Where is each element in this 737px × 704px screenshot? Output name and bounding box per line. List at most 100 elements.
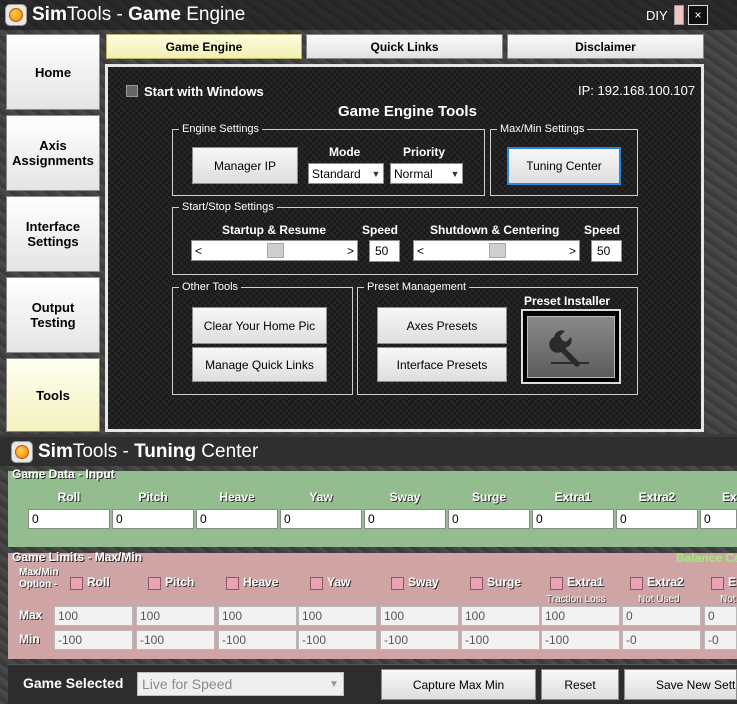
- min-pitch-input[interactable]: -100: [136, 630, 215, 650]
- tuning-center-button[interactable]: Tuning Center: [507, 147, 621, 185]
- game-data-col-extra2: Extra2: [638, 490, 676, 504]
- tab-quick-links[interactable]: Quick Links: [306, 34, 503, 59]
- min-sway-input[interactable]: -100: [380, 630, 459, 650]
- option-yaw-checkbox[interactable]: [310, 577, 323, 590]
- diy-toggle[interactable]: [674, 5, 684, 25]
- max-extra1-input[interactable]: 100: [541, 606, 620, 626]
- shutdown-speed-slider[interactable]: < >: [413, 240, 580, 261]
- max-extra2-input[interactable]: 0: [622, 606, 701, 626]
- min-extra3-input[interactable]: -0: [704, 630, 737, 650]
- mode-select[interactable]: Standard ▼: [308, 163, 384, 184]
- option-extra1-checkbox[interactable]: [550, 577, 563, 590]
- game-data-sway-value[interactable]: 0: [364, 509, 446, 529]
- preset-installer-button[interactable]: [521, 309, 621, 384]
- option-pitch-checkbox[interactable]: [148, 577, 161, 590]
- game-data-extra2-value[interactable]: 0: [616, 509, 698, 529]
- game-selected-select[interactable]: Live for Speed ▼: [137, 672, 344, 696]
- manage-quick-links-button[interactable]: Manage Quick Links: [192, 347, 327, 382]
- option-sway-checkbox[interactable]: [391, 577, 404, 590]
- axes-presets-button[interactable]: Axes Presets: [377, 307, 507, 344]
- start-with-windows-label: Start with Windows: [144, 84, 264, 99]
- game-data-col-sway: Sway: [389, 490, 421, 504]
- option-sway-label: Sway: [408, 575, 439, 589]
- sidebar-item-home[interactable]: Home: [6, 34, 100, 110]
- max-extra3-input[interactable]: 0: [704, 606, 737, 626]
- maxmin-option-label-1: Max/Min: [19, 567, 59, 578]
- priority-select[interactable]: Normal ▼: [390, 163, 463, 184]
- tuning-window-title: SimTools - Tuning Center: [38, 441, 259, 462]
- startstop-settings-title: Start/Stop Settings: [179, 200, 277, 214]
- option-extra3-checkbox[interactable]: [711, 577, 724, 590]
- option-extra2-checkbox[interactable]: [630, 577, 643, 590]
- preset-management-group: Preset Management Axes Presets Interface…: [357, 280, 638, 395]
- tab-game-engine[interactable]: Game Engine: [106, 34, 302, 59]
- game-data-pitch-value[interactable]: 0: [112, 509, 194, 529]
- option-extra3-label: E: [728, 575, 737, 589]
- capture-max-min-button[interactable]: Capture Max Min: [381, 669, 536, 700]
- shutdown-slider-thumb[interactable]: [489, 243, 506, 258]
- wrench-icon: [549, 329, 589, 367]
- min-extra1-input[interactable]: -100: [541, 630, 620, 650]
- game-limits-section: Game Limits - Max/Min Balance Ca Max/Min…: [8, 550, 737, 659]
- maxmin-option-label-2: Option -: [19, 579, 58, 590]
- sidebar-item-axis-assignments[interactable]: Axis Assignments: [6, 115, 100, 191]
- scroll-right-icon[interactable]: >: [569, 244, 579, 258]
- max-surge-input[interactable]: 100: [461, 606, 540, 626]
- game-data-heave-value[interactable]: 0: [196, 509, 278, 529]
- min-surge-input[interactable]: -100: [461, 630, 540, 650]
- sidebar-item-interface-settings[interactable]: Interface Settings: [6, 196, 100, 272]
- game-data-yaw-value[interactable]: 0: [280, 509, 362, 529]
- start-with-windows-checkbox[interactable]: [126, 85, 138, 97]
- sidebar-item-tools[interactable]: Tools: [6, 358, 100, 432]
- manager-ip-button[interactable]: Manager IP: [192, 147, 298, 184]
- option-surge-checkbox[interactable]: [470, 577, 483, 590]
- min-yaw-input[interactable]: -100: [298, 630, 377, 650]
- game-data-col-surge: Surge: [471, 490, 506, 504]
- close-button[interactable]: ×: [688, 5, 708, 25]
- maxmin-settings-title: Max/Min Settings: [497, 122, 588, 136]
- option-heave-label: Heave: [243, 575, 279, 589]
- clear-home-pic-button[interactable]: Clear Your Home Pic: [192, 307, 327, 344]
- option-heave-checkbox[interactable]: [226, 577, 239, 590]
- option-surge-label: Surge: [487, 575, 522, 589]
- max-roll-input[interactable]: 100: [54, 606, 133, 626]
- startup-speed-input[interactable]: 50: [369, 240, 400, 262]
- simtools-logo-icon: [5, 4, 27, 26]
- option-pitch-label: Pitch: [165, 575, 195, 589]
- game-data-extra1-value[interactable]: 0: [532, 509, 614, 529]
- window-title: SimTools - Game Engine: [32, 4, 246, 25]
- game-data-col-heave: Heave: [219, 490, 255, 504]
- tuning-footer: Game Selected Live for Speed ▼ Capture M…: [8, 664, 737, 704]
- startup-speed-label: Speed: [362, 223, 399, 237]
- max-pitch-input[interactable]: 100: [136, 606, 215, 626]
- diy-label: DIY: [646, 8, 668, 23]
- option-roll-checkbox[interactable]: [70, 577, 83, 590]
- min-heave-input[interactable]: -100: [218, 630, 297, 650]
- sidebar-item-output-testing[interactable]: Output Testing: [6, 277, 100, 353]
- ip-address-label: IP: 192.168.100.107: [578, 83, 696, 98]
- interface-presets-button[interactable]: Interface Presets: [377, 347, 507, 382]
- min-row-label: Min: [19, 632, 40, 646]
- max-yaw-input[interactable]: 100: [298, 606, 377, 626]
- option-extra1-label: Extra1: [567, 575, 604, 589]
- min-roll-input[interactable]: -100: [54, 630, 133, 650]
- shutdown-speed-input[interactable]: 50: [591, 240, 622, 262]
- save-new-setting-button[interactable]: Save New Setting: [624, 669, 737, 700]
- startup-slider-thumb[interactable]: [267, 243, 284, 258]
- startup-speed-slider[interactable]: < >: [191, 240, 358, 261]
- min-extra2-input[interactable]: -0: [622, 630, 701, 650]
- max-sway-input[interactable]: 100: [380, 606, 459, 626]
- max-heave-input[interactable]: 100: [218, 606, 297, 626]
- reset-button[interactable]: Reset: [541, 669, 619, 700]
- balance-label: Balance Ca: [676, 551, 737, 565]
- game-data-roll-value[interactable]: 0: [28, 509, 110, 529]
- game-data-extra3-value[interactable]: 0: [700, 509, 737, 529]
- chevron-down-icon: ▼: [329, 678, 339, 690]
- scroll-left-icon[interactable]: <: [192, 244, 202, 258]
- scroll-left-icon[interactable]: <: [414, 244, 424, 258]
- priority-label: Priority: [403, 145, 446, 159]
- game-data-surge-value[interactable]: 0: [448, 509, 530, 529]
- game-data-title: Game Data - Input: [12, 467, 115, 481]
- scroll-right-icon[interactable]: >: [347, 244, 357, 258]
- tab-disclaimer[interactable]: Disclaimer: [507, 34, 704, 59]
